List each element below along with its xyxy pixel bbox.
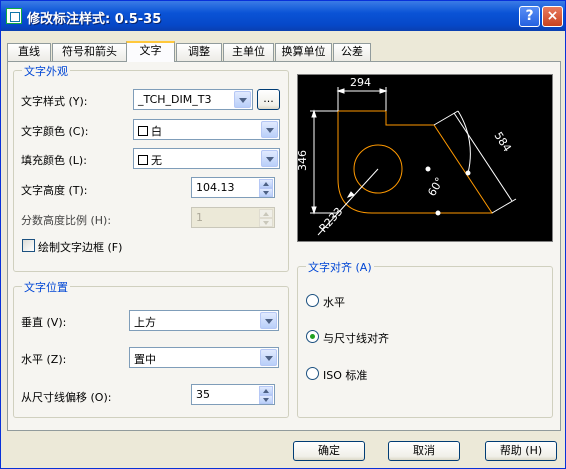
spin-down-icon (259, 218, 273, 227)
offset-value: 35 (196, 388, 210, 401)
fraction-scale-spinner: 1 (191, 207, 275, 228)
close-button[interactable]: × (542, 6, 563, 27)
fill-color-combo[interactable]: 无 (133, 148, 280, 169)
spin-up-icon (259, 209, 273, 218)
tab-primary-units[interactable]: 主单位 (223, 43, 274, 61)
tab-symbols-arrows[interactable]: 符号和箭头 (52, 43, 127, 61)
fill-color-value: 无 (151, 154, 162, 167)
ok-button[interactable]: 确定 (293, 441, 365, 461)
offset-spinner[interactable]: 35 (191, 384, 275, 405)
text-style-browse-button[interactable]: ... (257, 89, 280, 110)
text-color-value: 白 (151, 125, 162, 138)
spin-up-icon[interactable] (259, 179, 273, 188)
text-alignment-label: 文字对齐 (A) (306, 259, 374, 275)
text-color-combo[interactable]: 白 (133, 119, 280, 140)
chevron-down-icon[interactable] (260, 349, 277, 366)
align-iso-radio[interactable] (306, 367, 319, 380)
align-dimline-radio[interactable] (306, 330, 319, 343)
chevron-down-icon[interactable] (261, 150, 278, 167)
preview-shape (337, 110, 493, 214)
spin-down-icon[interactable] (259, 395, 273, 404)
cancel-button[interactable]: 取消 (388, 441, 460, 461)
vertical-value: 上方 (134, 316, 156, 329)
preview-dim-left: 346 (298, 150, 309, 171)
horizontal-value: 置中 (134, 353, 156, 366)
spin-up-icon[interactable] (259, 386, 273, 395)
preview-dim-top: 294 (350, 76, 371, 89)
vertical-label: 垂直 (V): (21, 316, 67, 329)
text-style-label: 文字样式 (Y): (21, 95, 88, 108)
vertical-combo[interactable]: 上方 (129, 310, 279, 331)
offset-label: 从尺寸线偏移 (O): (21, 391, 112, 404)
text-position-label: 文字位置 (22, 279, 70, 295)
dialog-window: 修改标注样式: 0.5-35 ? × 直线 符号和箭头 文字 调整 主单位 换算… (0, 0, 566, 469)
help-title-button[interactable]: ? (519, 6, 540, 27)
text-height-value: 104.13 (196, 181, 235, 194)
fraction-scale-label: 分数高度比例 (H): (21, 214, 112, 227)
tab-lines[interactable]: 直线 (7, 43, 51, 61)
chevron-down-icon[interactable] (234, 91, 251, 108)
tab-panel: 文字外观 文字样式 (Y): _TCH_DIM_T3 ... 文字颜色 (C):… (7, 61, 561, 431)
align-horizontal-label[interactable]: 水平 (323, 294, 345, 310)
window-title: 修改标注样式: 0.5-35 (27, 12, 162, 27)
align-dimline-label[interactable]: 与尺寸线对齐 (323, 330, 389, 346)
color-swatch (138, 155, 148, 165)
tab-tolerances[interactable]: 公差 (333, 43, 371, 61)
horizontal-label: 水平 (Z): (21, 353, 67, 366)
preview-dim-diag: 584 (491, 130, 513, 155)
preview-drawing: 294 346 584 60° R233 (296, 76, 517, 236)
tab-text[interactable]: 文字 (126, 41, 175, 62)
align-iso-label[interactable]: ISO 标准 (323, 367, 367, 383)
text-height-label: 文字高度 (T): (21, 184, 88, 197)
chevron-down-icon[interactable] (260, 312, 277, 329)
app-icon (6, 8, 22, 24)
horizontal-combo[interactable]: 置中 (129, 347, 279, 368)
chevron-down-icon[interactable] (261, 121, 278, 138)
text-color-label: 文字颜色 (C): (21, 125, 89, 138)
text-style-value: _TCH_DIM_T3 (138, 93, 212, 106)
fraction-scale-value: 1 (196, 211, 203, 224)
color-swatch (138, 126, 148, 136)
text-appearance-label: 文字外观 (22, 63, 70, 79)
text-height-spinner[interactable]: 104.13 (191, 177, 275, 198)
preview-canvas: 294 346 584 60° R233 (296, 74, 553, 242)
tab-alternate-units[interactable]: 换算单位 (275, 43, 332, 61)
tab-fit[interactable]: 调整 (176, 43, 222, 61)
align-horizontal-radio[interactable] (306, 294, 319, 307)
help-button[interactable]: 帮助 (H) (485, 441, 557, 461)
fill-color-label: 填充颜色 (L): (21, 154, 87, 167)
spin-down-icon[interactable] (259, 188, 273, 197)
frame-checkbox-label[interactable]: 绘制文字边框 (F) (38, 239, 122, 255)
title-bar[interactable]: 修改标注样式: 0.5-35 ? × (1, 1, 565, 31)
text-style-combo[interactable]: _TCH_DIM_T3 (133, 89, 253, 110)
frame-checkbox[interactable] (22, 239, 35, 252)
preview-angle: 60° (425, 175, 446, 198)
